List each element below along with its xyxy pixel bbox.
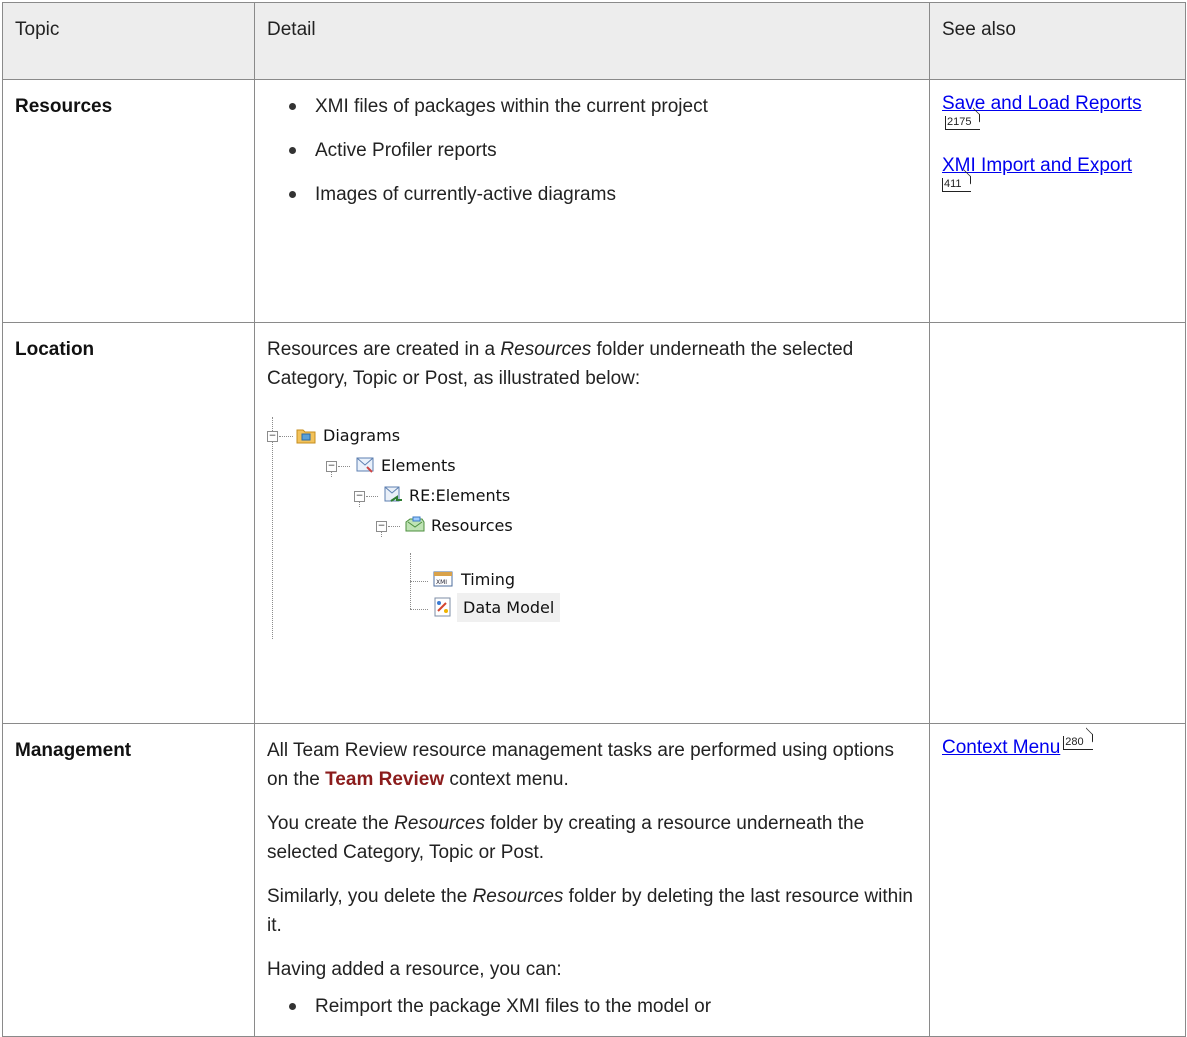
link-save-and-load-reports[interactable]: Save and Load Reports bbox=[942, 93, 1142, 114]
management-paragraph-3: Similarly, you delete the Resources fold… bbox=[267, 882, 919, 940]
detail-cell: All Team Review resource management task… bbox=[254, 723, 930, 1037]
tree-label[interactable]: Timing bbox=[461, 565, 515, 594]
bullet-list: Reimport the package XMI files to the mo… bbox=[267, 992, 919, 1021]
tree-label[interactable]: Resources bbox=[431, 511, 513, 540]
bullet-list: XMI files of packages within the current… bbox=[267, 92, 919, 209]
emphasis: Resources bbox=[472, 886, 564, 907]
page-ref-icon: 2175 bbox=[945, 116, 981, 130]
management-paragraph-4: Having added a resource, you can: bbox=[267, 959, 562, 980]
header-row: Topic Detail See also bbox=[2, 2, 1186, 80]
management-paragraph-1: All Team Review resource management task… bbox=[267, 736, 919, 794]
page-number: 280 bbox=[1065, 736, 1084, 748]
resources-tree-illustration: − Diagrams − Elements − RE:Elements − Re… bbox=[265, 417, 685, 639]
emphasis: Resources bbox=[500, 339, 592, 360]
topic-label: Resources bbox=[15, 96, 113, 117]
detail-cell: Resources are created in a Resources fol… bbox=[254, 322, 930, 724]
see-also-cell: Context Menu 280 bbox=[929, 723, 1186, 1037]
resources-folder-icon bbox=[405, 516, 425, 532]
category-folder-icon bbox=[296, 429, 316, 444]
page-ref-icon: 280 bbox=[1063, 736, 1093, 750]
topic-label: Location bbox=[15, 339, 95, 360]
tree-label[interactable]: Diagrams bbox=[323, 421, 400, 450]
topic-cell: Management bbox=[2, 723, 255, 1037]
link-xmi-import-and-export[interactable]: XMI Import and Export bbox=[942, 155, 1132, 176]
location-paragraph: Resources are created in a Resources fol… bbox=[267, 335, 919, 393]
page-number: 2175 bbox=[947, 116, 972, 128]
diagram-icon bbox=[434, 597, 451, 617]
collapse-toggle[interactable]: − bbox=[267, 431, 278, 442]
post-reply-icon bbox=[384, 486, 402, 502]
text-run: Similarly, you delete the bbox=[267, 886, 473, 907]
list-item: Images of currently-active diagrams bbox=[289, 180, 919, 209]
page-ref-icon: 411 bbox=[942, 178, 971, 192]
detail-cell: XMI files of packages within the current… bbox=[254, 79, 930, 323]
list-item: XMI files of packages within the current… bbox=[289, 92, 919, 121]
header-detail: Detail bbox=[254, 2, 930, 80]
link-context-menu[interactable]: Context Menu bbox=[942, 737, 1060, 758]
text-run: You create the bbox=[267, 813, 395, 834]
collapse-toggle[interactable]: − bbox=[354, 491, 365, 502]
svg-text:XMI: XMI bbox=[436, 579, 447, 586]
topic-icon bbox=[356, 457, 374, 473]
team-review-menu-ref: Team Review bbox=[325, 769, 445, 790]
header-topic: Topic bbox=[2, 2, 255, 80]
tree-label[interactable]: Elements bbox=[381, 451, 456, 480]
collapse-toggle[interactable]: − bbox=[326, 461, 337, 472]
text-run: Resources are created in a bbox=[267, 339, 501, 360]
list-item: Reimport the package XMI files to the mo… bbox=[289, 992, 919, 1021]
management-paragraph-2: You create the Resources folder by creat… bbox=[267, 809, 919, 867]
table-row: Resources XMI files of packages within t… bbox=[2, 79, 1186, 323]
list-item: Active Profiler reports bbox=[289, 136, 919, 165]
header-see-also: See also bbox=[929, 2, 1186, 80]
xmi-file-icon: XMI bbox=[433, 571, 453, 587]
table-row: Location Resources are created in a Reso… bbox=[2, 322, 1186, 724]
emphasis: Resources bbox=[394, 813, 485, 834]
tree-label[interactable]: Data Model bbox=[457, 593, 561, 622]
page-number: 411 bbox=[944, 178, 962, 190]
tree-label[interactable]: RE:Elements bbox=[409, 481, 510, 510]
topic-cell: Location bbox=[2, 322, 255, 724]
topic-table: Topic Detail See also Resources XMI file… bbox=[2, 2, 1186, 1037]
topic-label: Management bbox=[15, 740, 132, 761]
collapse-toggle[interactable]: − bbox=[376, 521, 387, 532]
topic-cell: Resources bbox=[2, 79, 255, 323]
table-row: Management All Team Review resource mana… bbox=[2, 723, 1186, 1037]
see-also-cell bbox=[929, 322, 1186, 724]
see-also-cell: Save and Load Reports 2175 XMI Import and… bbox=[929, 79, 1186, 323]
text-run: context menu. bbox=[444, 769, 569, 790]
